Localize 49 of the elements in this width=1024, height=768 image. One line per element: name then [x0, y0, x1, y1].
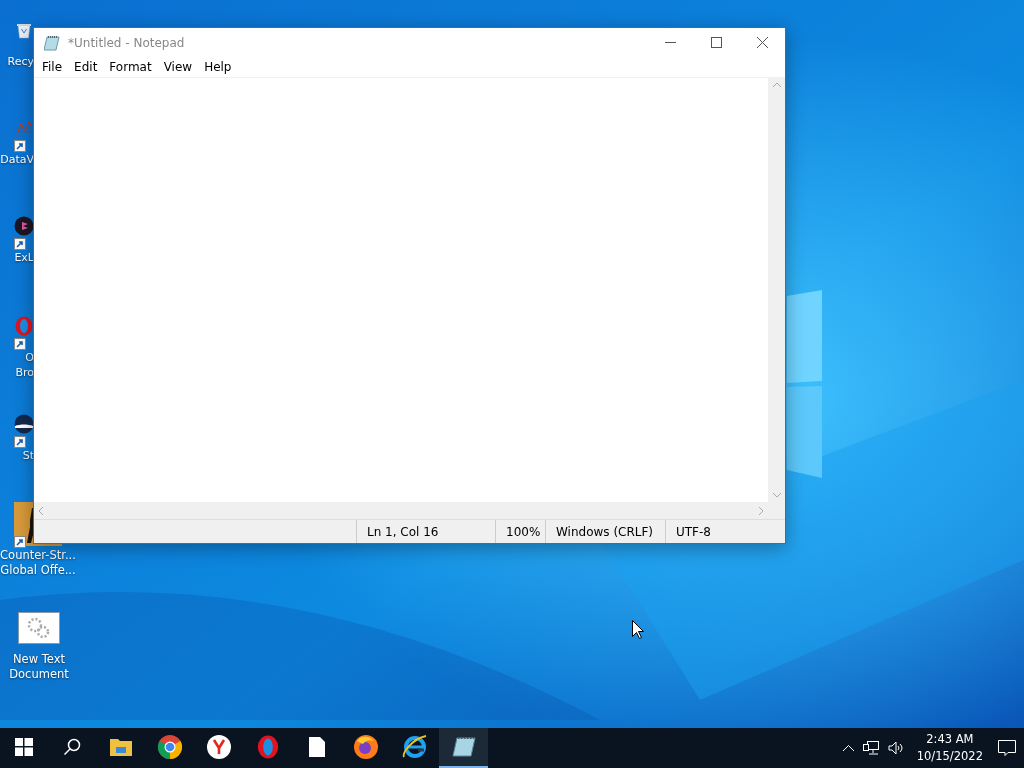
minimize-icon: [664, 42, 676, 43]
windows-start-icon[interactable]: [14, 738, 33, 756]
notepad-icon[interactable]: [451, 736, 476, 758]
shortcut-arrow-icon: [14, 436, 26, 448]
desktop-shortcut[interactable]: ExL: [1, 202, 34, 265]
clock[interactable]: 2:43 AM 10/15/2022: [916, 731, 983, 765]
notepad-icon: [44, 34, 60, 51]
folder-icon[interactable]: [109, 738, 132, 756]
horizontal-scrollbar[interactable]: [34, 502, 768, 519]
icon-label: DataV: [1, 152, 34, 167]
shortcut-arrow-icon: [14, 338, 26, 350]
shortcut-arrow-icon: [14, 238, 26, 250]
menu-item[interactable]: File: [36, 60, 69, 74]
menu-item[interactable]: View: [157, 60, 199, 74]
internet-explorer-icon[interactable]: [401, 735, 428, 759]
maximize-icon: [710, 37, 722, 48]
desktop-shortcut[interactable]: DataV: [1, 104, 34, 167]
icon-label: Recy: [7, 54, 34, 69]
status-text: 100%: [506, 524, 541, 539]
file-icon[interactable]: [308, 737, 325, 757]
desktop-shortcut[interactable]: Recy: [1, 6, 34, 69]
vertical-scrollbar[interactable]: [768, 78, 785, 502]
search-icon[interactable]: [62, 738, 81, 756]
icon-label: New Text Document: [9, 652, 69, 682]
icon-label: Counter-Str... Global Offe...: [0, 548, 76, 578]
close-icon: [756, 37, 768, 48]
status-text: Ln 1, Col 16: [367, 524, 439, 539]
network-icon[interactable]: [862, 741, 879, 755]
window-title: *Untitled - Notepad: [68, 35, 185, 50]
opera-icon[interactable]: [255, 735, 280, 759]
icon-label: O Bro: [15, 350, 34, 380]
notification-icon[interactable]: [998, 739, 1016, 757]
menu-item[interactable]: Format: [103, 60, 158, 74]
menu-item[interactable]: Help: [198, 60, 238, 74]
chevron-up-icon[interactable]: [842, 745, 854, 751]
icon-label: ExL: [14, 250, 34, 265]
desktop-shortcut[interactable]: O Bro: [1, 302, 34, 380]
desktop-shortcut[interactable]: New Text Document: [1, 604, 77, 682]
mouse-cursor-icon: [632, 620, 644, 639]
settings-document-icon: [18, 612, 60, 644]
speaker-icon[interactable]: [887, 741, 904, 755]
chrome-icon[interactable]: [157, 735, 182, 759]
firefox-icon[interactable]: [353, 735, 378, 759]
menu-item[interactable]: Edit: [68, 60, 104, 74]
yandex-icon[interactable]: [206, 735, 231, 759]
shortcut-arrow-icon: [14, 140, 26, 152]
status-text: Windows (CRLF): [556, 524, 654, 539]
status-text: UTF-8: [676, 524, 711, 539]
shortcut-arrow-icon: [14, 536, 26, 548]
